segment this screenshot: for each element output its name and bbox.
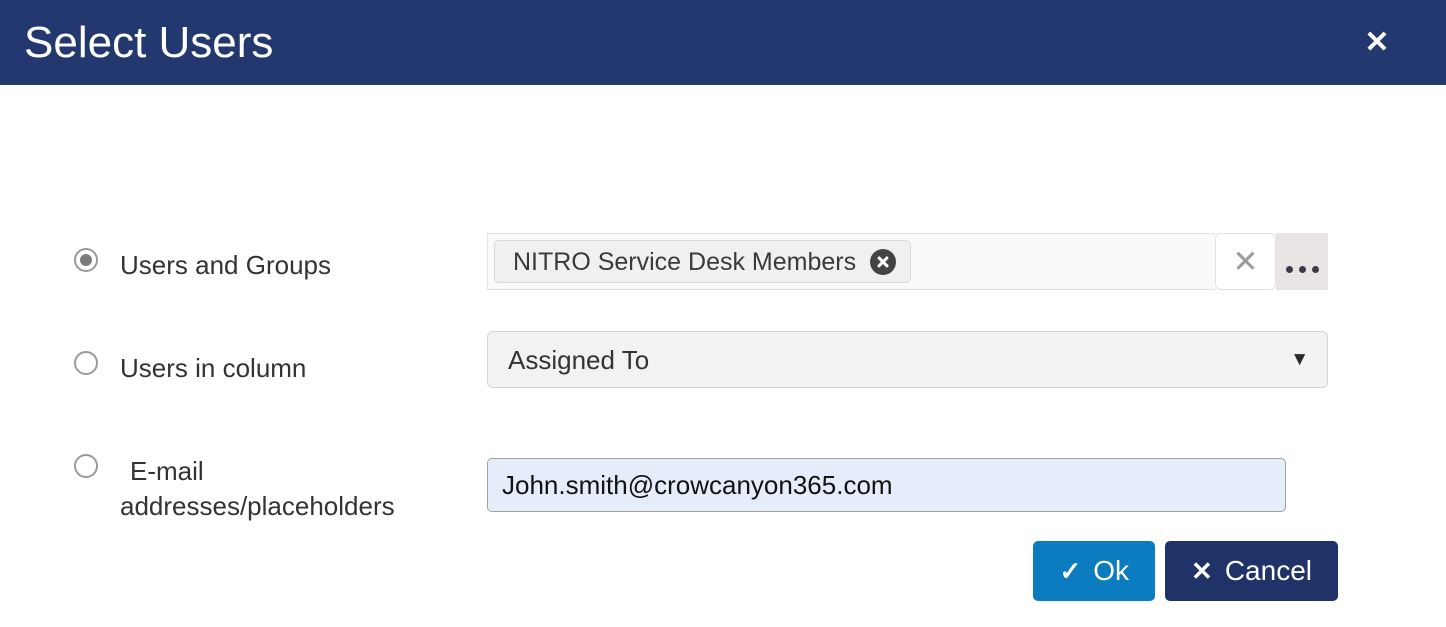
dialog-body: Users and Groups NITRO Service Desk Memb…	[0, 85, 1446, 627]
option-label-users-and-groups[interactable]: Users and Groups	[120, 248, 331, 283]
option-users-and-groups[interactable]: Users and Groups	[74, 248, 331, 283]
option-label-email-addresses[interactable]: E-mail addresses/placeholders	[120, 454, 395, 524]
people-picker-clear-button[interactable]: ✕	[1215, 233, 1276, 290]
option-label-users-in-column[interactable]: Users in column	[120, 351, 306, 386]
check-icon: ✓	[1059, 556, 1082, 586]
people-picker-field[interactable]: NITRO Service Desk Members	[487, 233, 1215, 290]
close-icon: ✕	[1191, 556, 1213, 586]
ok-button[interactable]: ✓ Ok	[1033, 541, 1156, 601]
ellipsis-icon	[1285, 266, 1319, 273]
close-icon[interactable]: ✕	[1360, 26, 1394, 60]
radio-users-and-groups[interactable]	[74, 248, 98, 272]
close-icon: ✕	[1232, 244, 1259, 279]
dialog-footer: ✓ Ok ✕ Cancel	[0, 515, 1446, 627]
ok-button-label: Ok	[1093, 555, 1130, 586]
option-users-in-column[interactable]: Users in column	[74, 351, 306, 386]
email-input[interactable]	[487, 458, 1286, 512]
people-picker: NITRO Service Desk Members ✕	[487, 233, 1328, 290]
cancel-button-label: Cancel	[1224, 555, 1312, 586]
people-picker-browse-button[interactable]	[1276, 233, 1328, 290]
select-users-dialog: Select Users ✕ Users and Groups NITRO Se…	[0, 0, 1446, 627]
option-email-addresses[interactable]: E-mail addresses/placeholders	[74, 454, 474, 524]
people-picker-token-label: NITRO Service Desk Members	[513, 247, 857, 276]
dialog-title: Select Users	[24, 17, 274, 67]
people-picker-input[interactable]	[911, 234, 1209, 289]
chevron-down-icon: ▼	[1290, 349, 1309, 370]
dialog-titlebar: Select Users ✕	[0, 0, 1446, 85]
column-select[interactable]: Assigned To ▼	[487, 331, 1328, 388]
cancel-button[interactable]: ✕ Cancel	[1165, 541, 1338, 601]
column-select-value: Assigned To	[508, 344, 650, 375]
radio-users-in-column[interactable]	[74, 351, 98, 375]
remove-circle-icon[interactable]	[870, 248, 897, 275]
radio-email-addresses[interactable]	[74, 454, 98, 478]
people-picker-token[interactable]: NITRO Service Desk Members	[494, 240, 912, 283]
